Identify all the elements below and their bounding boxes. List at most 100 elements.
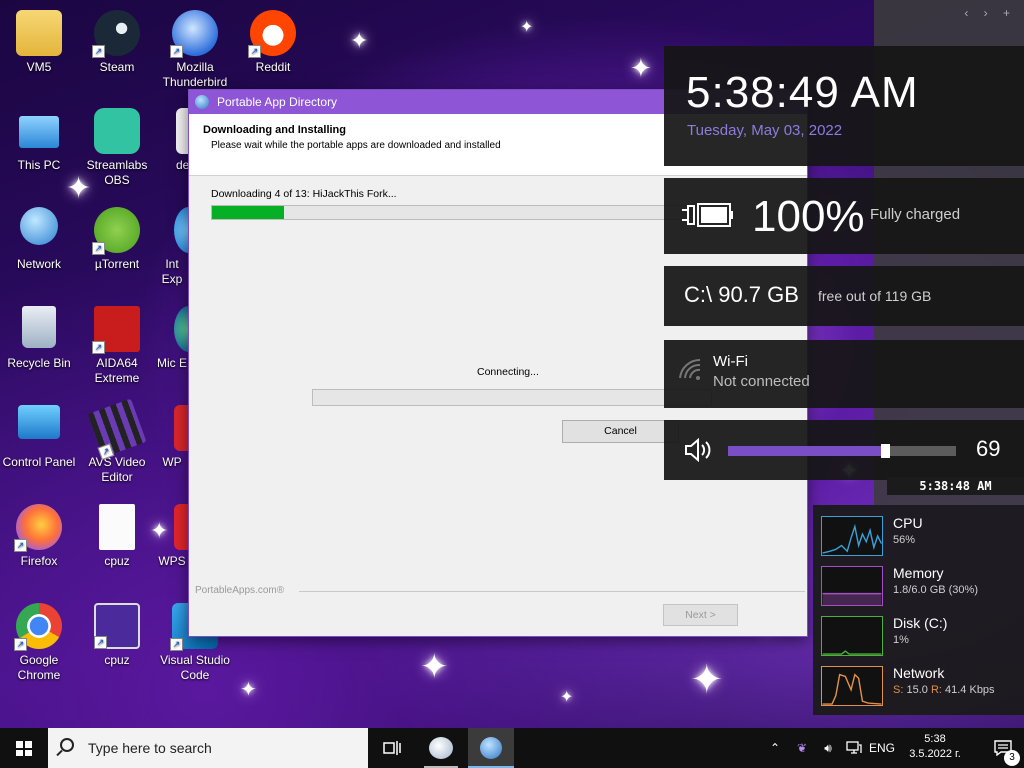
cancel-button[interactable]: Cancel	[562, 420, 679, 443]
next-button[interactable]: Next >	[663, 604, 738, 626]
connecting-status-text: Connecting...	[477, 366, 539, 378]
speaker-icon[interactable]	[684, 438, 714, 462]
desktop-icon-cpuz-2[interactable]: ↗ cpuz	[78, 603, 156, 668]
shortcut-arrow-icon: ↗	[170, 638, 183, 651]
volume-value: 69	[976, 436, 1001, 461]
action-center-button[interactable]: 3	[982, 728, 1024, 768]
taskbar-app-steam[interactable]	[418, 728, 464, 768]
sparkle: ✦	[560, 689, 574, 706]
battery-status: Fully charged	[870, 206, 961, 223]
network-computer-icon	[846, 741, 862, 754]
language-indicator[interactable]: ENG	[866, 728, 898, 768]
chrome-icon: ↗	[14, 603, 62, 651]
sidebar-controls[interactable]: ‹ › +	[964, 6, 1016, 20]
desktop-icon-steam[interactable]: ↗ Steam	[78, 10, 156, 75]
steam-taskbar-icon	[429, 737, 453, 759]
network-graph	[821, 666, 883, 706]
sparkle: ✦	[350, 28, 369, 53]
shortcut-arrow-icon: ↗	[92, 45, 105, 58]
taskbar-app-portableapps[interactable]	[468, 728, 514, 768]
desktop-icon-streamlabs-obs[interactable]: Streamlabs OBS	[78, 108, 156, 188]
taskbar-clock[interactable]: 5:38 3.5.2022 г.	[900, 732, 970, 762]
notification-count-badge: 3	[1004, 750, 1020, 766]
mini-clock: 5:38:48 AM	[887, 477, 1024, 495]
folder-user-icon	[16, 10, 62, 56]
perf-cpu[interactable]: CPU 56%	[821, 511, 1021, 556]
file-icon	[176, 108, 188, 154]
desktop-icon-aida64[interactable]: ↗ AIDA64 Extreme	[78, 306, 156, 386]
task-view-button[interactable]	[368, 728, 414, 768]
reddit-icon: ↗	[248, 10, 296, 58]
shortcut-arrow-icon: ↗	[92, 242, 105, 255]
performance-panel: CPU 56% Memory 1.8/6.0 GB (30%) Disk (C:…	[813, 505, 1024, 715]
tray-network-icon[interactable]	[842, 728, 866, 768]
clock-date: Tuesday, May 03, 2022	[687, 122, 843, 139]
download-status-text: Downloading 4 of 13: HiJackThis Fork...	[211, 188, 397, 200]
desktop-icon-thunderbird[interactable]: ↗ Mozilla Thunderbird	[156, 10, 234, 90]
taskbar-search[interactable]: Type here to search	[48, 728, 368, 768]
desktop-icon-this-pc[interactable]: This PC	[0, 108, 78, 173]
shortcut-arrow-icon: ↗	[170, 45, 183, 58]
clock-tile: 5:38:49 AM Tuesday, May 03, 2022	[664, 46, 1024, 166]
search-placeholder: Type here to search	[88, 740, 212, 756]
desktop-icon-reddit[interactable]: ↗ Reddit	[234, 10, 312, 75]
desktop-icon-vm5[interactable]: VM5	[0, 10, 78, 75]
desktop-icon-avs-video-editor[interactable]: ↗ AVS Video Editor	[78, 398, 156, 485]
shortcut-arrow-icon: ↗	[94, 636, 107, 649]
connecting-progress-bar	[312, 389, 712, 406]
volume-slider[interactable]	[728, 444, 956, 458]
ie-icon	[174, 207, 188, 253]
tray-feather-icon[interactable]: ❦	[790, 728, 814, 768]
desktop-icon-wps[interactable]: WPS	[156, 504, 188, 569]
streamlabs-icon	[94, 108, 140, 154]
network-receive-label: R:	[930, 684, 942, 696]
desktop-icon-microsoft-edge[interactable]: Mic E	[156, 306, 188, 371]
control-panel-icon	[18, 405, 60, 439]
network-receive-value: 41.4 Kbps	[945, 684, 995, 696]
taskbar: Type here to search ⌃ ❦ 🔊︎ ENG 5:38 3.5.…	[0, 728, 1024, 768]
volume-slider-thumb[interactable]	[881, 444, 891, 458]
wps-office-icon	[174, 504, 188, 550]
sparkle: ✦	[630, 53, 652, 83]
memory-graph	[821, 566, 883, 606]
disk-total-text: free out of 119 GB	[818, 288, 932, 304]
tray-overflow-chevron-icon[interactable]: ⌃	[766, 728, 784, 768]
desktop-icon-de[interactable]: de	[156, 108, 188, 173]
network-send-label: S:	[893, 684, 904, 696]
portableapps-logo-icon	[195, 95, 209, 109]
volume-slider-fill	[728, 446, 886, 456]
windows-logo-icon	[16, 741, 32, 756]
file-gear-icon	[99, 504, 135, 550]
desktop-icon-cpuz[interactable]: cpuz	[78, 504, 156, 569]
start-button[interactable]	[0, 728, 48, 768]
disk-label: Disk (C:)	[893, 615, 948, 631]
wifi-status: Not connected	[713, 373, 810, 390]
cpu-label: CPU	[893, 515, 923, 531]
task-view-icon	[383, 741, 401, 755]
download-progress-bar	[211, 205, 691, 220]
shortcut-arrow-icon: ↗	[92, 341, 105, 354]
wifi-icon	[679, 358, 701, 380]
shortcut-arrow-icon: ↗	[248, 45, 261, 58]
edge-icon	[174, 306, 188, 352]
recycle-bin-icon	[22, 306, 56, 348]
desktop-icon-internet-explorer[interactable]: Int Exp	[156, 207, 188, 287]
perf-disk[interactable]: Disk (C:) 1%	[821, 611, 1021, 656]
desktop-icon-control-panel[interactable]: Control Panel	[0, 405, 78, 470]
tray-volume-icon[interactable]: 🔊︎	[816, 728, 840, 768]
desktop-icon-network[interactable]: Network	[0, 207, 78, 272]
shortcut-arrow-icon: ↗	[14, 638, 27, 651]
window-title: Portable App Directory	[217, 95, 338, 109]
desktop-icon-google-chrome[interactable]: ↗ Google Chrome	[0, 603, 78, 683]
desktop-icon-firefox[interactable]: ↗ Firefox	[0, 504, 78, 569]
perf-network[interactable]: Network S: 15.0 R: 41.4 Kbps	[821, 661, 1021, 706]
perf-memory[interactable]: Memory 1.8/6.0 GB (30%)	[821, 561, 1021, 606]
monitor-icon	[19, 116, 59, 148]
desktop-icon-recycle-bin[interactable]: Recycle Bin	[0, 306, 78, 371]
desktop-icon-wp[interactable]: WP	[156, 405, 188, 470]
wps-icon	[174, 405, 188, 451]
battery-plug-icon	[682, 203, 733, 227]
network-globe-icon	[20, 207, 58, 245]
search-icon	[60, 738, 74, 752]
desktop-icon-utorrent[interactable]: ↗ µTorrent	[78, 207, 156, 272]
